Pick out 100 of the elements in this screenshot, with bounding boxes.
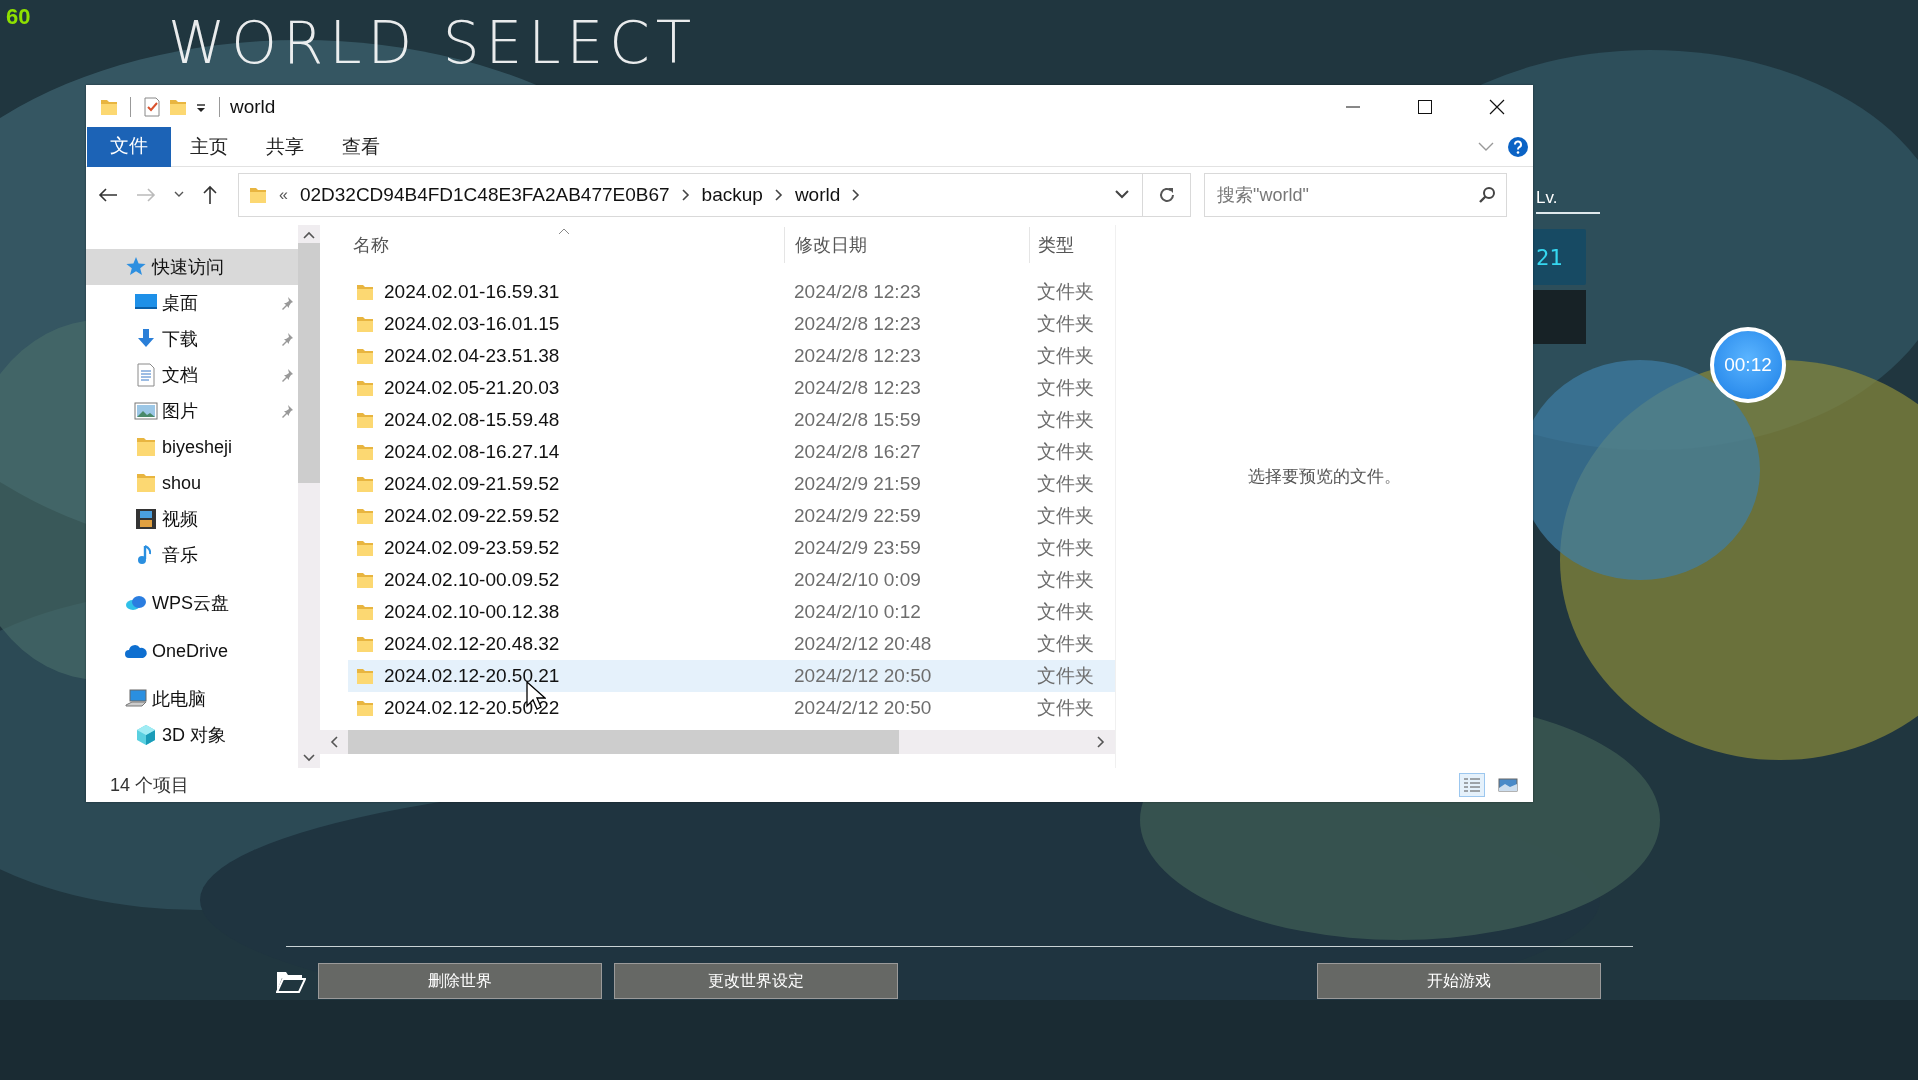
back-arrow-icon[interactable] (98, 187, 118, 203)
nav-item[interactable]: 文档 (86, 357, 298, 393)
overflow-chevron[interactable]: « (279, 186, 288, 204)
file-name[interactable]: 2024.02.01-16.59.31 (384, 281, 560, 303)
ribbon-tab[interactable]: 查看 (323, 128, 399, 166)
type-cell-text: 文件夹 (1036, 440, 1095, 464)
file-row[interactable]: 2024.02.12-20.48.32 2024/2/12 20:48 文件夹 (348, 628, 1115, 660)
folder-icon (356, 634, 374, 654)
nav-item[interactable]: 下载 (86, 321, 298, 357)
breadcrumb[interactable]: backup (701, 184, 763, 206)
file-name[interactable]: 2024.02.12-20.50.22 (384, 697, 560, 719)
file-name[interactable]: 2024.02.05-21.20.03 (384, 377, 560, 399)
breadcrumb[interactable]: world (794, 184, 841, 206)
chevron-right-icon[interactable] (774, 189, 783, 201)
file-row[interactable]: 2024.02.05-21.20.03 2024/2/8 12:23 文件夹 (348, 372, 1115, 404)
date-cell-text: 2024/2/8 12:23 (793, 281, 922, 303)
column-header[interactable]: 名称 (320, 227, 784, 263)
up-arrow-icon[interactable] (202, 185, 218, 205)
nav-item[interactable]: OneDrive (86, 633, 298, 669)
chevron-right-icon[interactable] (852, 189, 861, 201)
date-cell-text: 2024/2/8 16:27 (793, 441, 922, 463)
file-row[interactable]: 2024.02.04-23.51.38 2024/2/8 12:23 文件夹 (348, 340, 1115, 372)
ribbon-tab[interactable]: 文件 (87, 127, 171, 167)
file-row[interactable]: 2024.02.12-20.50.21 2024/2/12 20:50 文件夹 (348, 660, 1115, 692)
file-name[interactable]: 2024.02.12-20.50.21 (384, 665, 560, 687)
file-name[interactable]: 2024.02.03-16.01.15 (384, 313, 560, 335)
recent-dropdown-icon[interactable] (174, 191, 184, 199)
nav-item[interactable]: biyesheji (86, 429, 298, 465)
date-cell-text: 2024/2/8 15:59 (793, 409, 922, 431)
file-row[interactable]: 2024.02.12-20.50.22 2024/2/12 20:50 文件夹 (348, 692, 1115, 724)
nav-item[interactable]: 3D 对象 (86, 717, 298, 753)
file-row[interactable]: 2024.02.09-23.59.52 2024/2/9 23:59 文件夹 (348, 532, 1115, 564)
file-name[interactable]: 2024.02.09-23.59.52 (384, 537, 560, 559)
document-icon (134, 363, 158, 387)
address-bar[interactable]: « 02D32CD94B4FD1C48E3FA2AB477E0B67 backup world (238, 173, 1143, 217)
search-icon[interactable] (1478, 186, 1496, 204)
type-cell-text: 文件夹 (1036, 408, 1095, 432)
search-field[interactable]: 搜索"world" (1215, 183, 1478, 207)
nav-item[interactable]: 桌面 (86, 285, 298, 321)
ribbon-tab[interactable]: 共享 (247, 128, 323, 166)
type-cell-text: 文件夹 (1036, 632, 1095, 656)
type-cell-text: 文件夹 (1036, 472, 1095, 496)
file-name[interactable]: 2024.02.10-00.09.52 (384, 569, 560, 591)
scroll-left-icon[interactable] (330, 736, 338, 748)
folder-icon (356, 474, 374, 494)
folder-icon (356, 410, 374, 430)
level-label: Lv. (1536, 184, 1600, 214)
scrollbar[interactable] (298, 225, 320, 768)
pin-icon[interactable] (280, 368, 294, 382)
file-name[interactable]: 2024.02.09-22.59.52 (384, 505, 560, 527)
game-button[interactable]: 删除世界 (318, 963, 602, 999)
scroll-thumb[interactable] (348, 730, 899, 754)
date-cell-text: 2024/2/10 0:12 (793, 601, 922, 623)
file-row[interactable]: 2024.02.08-16.27.14 2024/2/8 16:27 文件夹 (348, 436, 1115, 468)
type-cell-text: 文件夹 (1036, 280, 1095, 304)
column-header[interactable]: 类型 (1029, 227, 1109, 263)
file-name[interactable]: 2024.02.08-16.27.14 (384, 441, 560, 463)
file-name[interactable]: 2024.02.10-00.12.38 (384, 601, 560, 623)
file-row[interactable]: 2024.02.09-21.59.52 2024/2/9 21:59 文件夹 (348, 468, 1115, 500)
column-header[interactable]: 修改日期 (784, 227, 1029, 263)
file-row[interactable]: 2024.02.03-16.01.15 2024/2/8 12:23 文件夹 (348, 308, 1115, 340)
nav-item[interactable]: 图片 (86, 393, 298, 429)
chevron-right-icon[interactable] (681, 189, 690, 201)
file-row[interactable]: 2024.02.09-22.59.52 2024/2/9 22:59 文件夹 (348, 500, 1115, 532)
file-name[interactable]: 2024.02.08-15.59.48 (384, 409, 560, 431)
file-name[interactable]: 2024.02.09-21.59.52 (384, 473, 560, 495)
file-name[interactable]: 2024.02.04-23.51.38 (384, 345, 560, 367)
game-button[interactable]: 开始游戏 (1317, 963, 1601, 999)
refresh-button[interactable] (1143, 173, 1191, 217)
nav-item[interactable]: 视频 (86, 501, 298, 537)
nav-item[interactable]: shou (86, 465, 298, 501)
nav-item[interactable]: 音乐 (86, 537, 298, 573)
pin-icon[interactable] (280, 332, 294, 346)
scroll-down-icon[interactable] (303, 754, 315, 762)
open-folder-icon[interactable] (276, 969, 306, 993)
game-button[interactable]: 更改世界设定 (614, 963, 898, 999)
nav-item[interactable]: WPS云盘 (86, 585, 298, 621)
chevron-down-icon[interactable] (1114, 190, 1130, 200)
search-box[interactable]: 搜索"world" (1204, 173, 1507, 217)
scroll-thumb[interactable] (298, 243, 320, 483)
help-icon[interactable] (1507, 136, 1529, 158)
file-row[interactable]: 2024.02.10-00.09.52 2024/2/10 0:09 文件夹 (348, 564, 1115, 596)
nav-item[interactable]: 此电脑 (86, 681, 298, 717)
scroll-up-icon[interactable] (303, 231, 315, 239)
file-row[interactable]: 2024.02.08-15.59.48 2024/2/8 15:59 文件夹 (348, 404, 1115, 436)
file-name[interactable]: 2024.02.12-20.48.32 (384, 633, 560, 655)
pin-icon[interactable] (280, 296, 294, 310)
file-row[interactable]: 2024.02.01-16.59.31 2024/2/8 12:23 文件夹 (348, 276, 1115, 308)
pin-icon[interactable] (280, 404, 294, 418)
folder-icon (356, 346, 374, 366)
file-row[interactable]: 2024.02.10-00.12.38 2024/2/10 0:12 文件夹 (348, 596, 1115, 628)
checklist-icon[interactable] (143, 96, 161, 117)
type-cell-text: 文件夹 (1036, 568, 1095, 592)
folder-icon (356, 378, 374, 398)
breadcrumb[interactable]: 02D32CD94B4FD1C48E3FA2AB477E0B67 (299, 184, 670, 206)
scrollbar[interactable] (320, 730, 1115, 754)
ribbon-tab[interactable]: 主页 (171, 128, 247, 166)
window-title: world (230, 95, 276, 118)
scroll-right-icon[interactable] (1097, 736, 1105, 748)
nav-item[interactable]: 快速访问 (86, 249, 298, 285)
